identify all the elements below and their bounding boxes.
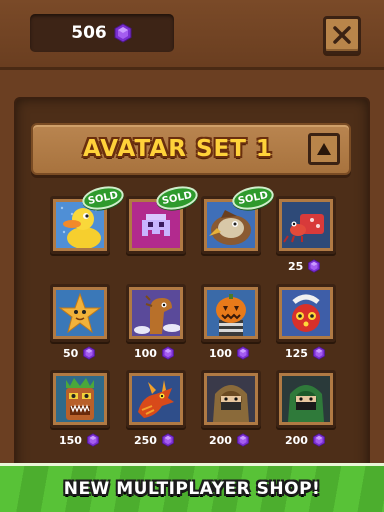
- gem-icon: [82, 346, 96, 360]
- price-value: 100: [134, 346, 157, 360]
- close-icon: [333, 26, 351, 44]
- gem-balance: 506: [30, 14, 174, 52]
- gem-icon: [161, 433, 175, 447]
- triangle-up-icon: [317, 143, 331, 155]
- gem-icon: [86, 433, 100, 447]
- avatar-pumpkin-bandit[interactable]: [201, 284, 261, 342]
- starfish-icon: [56, 290, 104, 336]
- price-tag: 100: [209, 345, 250, 361]
- collapse-button[interactable]: [308, 133, 340, 165]
- price-value: 200: [285, 433, 308, 447]
- price-value: 50: [63, 346, 79, 360]
- pumpkin-bandit-icon: [207, 290, 255, 336]
- price-value: 250: [134, 433, 157, 447]
- gem-icon: [236, 346, 250, 360]
- price-tag: 125: [285, 345, 326, 361]
- price-tag: 200: [285, 432, 326, 448]
- price-tag: 25: [288, 258, 321, 274]
- price-value: 150: [59, 433, 82, 447]
- price-value: 125: [285, 346, 308, 360]
- avatar-dragon[interactable]: [126, 370, 186, 428]
- red-robot-icon: [282, 290, 330, 336]
- promo-banner: NEW MULTIPLAYER SHOP!: [0, 463, 384, 512]
- price-tag: 150: [59, 432, 100, 448]
- gem-icon: [161, 346, 175, 360]
- avatar-starfish[interactable]: [50, 284, 110, 342]
- avatar-red-robot[interactable]: [276, 284, 336, 342]
- promo-banner-text: NEW MULTIPLAYER SHOP!: [63, 479, 321, 499]
- dragon-icon: [132, 376, 180, 422]
- gem-icon: [113, 23, 133, 43]
- avatar-brown-ninja[interactable]: [201, 370, 261, 428]
- avatar-green-ninja[interactable]: [276, 370, 336, 428]
- gem-count: 506: [71, 23, 107, 43]
- avatar-set-header[interactable]: AVATAR SET 1: [31, 123, 351, 175]
- gem-icon: [236, 433, 250, 447]
- hermit-crab-icon: [282, 202, 330, 248]
- price-tag: 100: [134, 345, 175, 361]
- brown-ninja-icon: [207, 376, 255, 422]
- price-tag: 250: [134, 432, 175, 448]
- tiki-mask-icon: [56, 376, 104, 422]
- avatar-dinosaur[interactable]: [126, 284, 186, 342]
- price-tag: 50: [63, 345, 96, 361]
- green-ninja-icon: [282, 376, 330, 422]
- top-bar: 506: [0, 0, 384, 70]
- gem-icon: [312, 346, 326, 360]
- price-value: 200: [209, 433, 232, 447]
- gem-icon: [307, 259, 321, 273]
- price-value: 100: [209, 346, 232, 360]
- avatar-tiki-mask[interactable]: [50, 370, 110, 428]
- price-tag: 200: [209, 432, 250, 448]
- price-value: 25: [288, 259, 304, 273]
- avatar-set-title: AVATAR SET 1: [83, 136, 273, 162]
- avatar-hermit-crab[interactable]: [276, 196, 336, 254]
- gem-icon: [312, 433, 326, 447]
- dinosaur-icon: [132, 290, 180, 336]
- close-button[interactable]: [323, 16, 361, 54]
